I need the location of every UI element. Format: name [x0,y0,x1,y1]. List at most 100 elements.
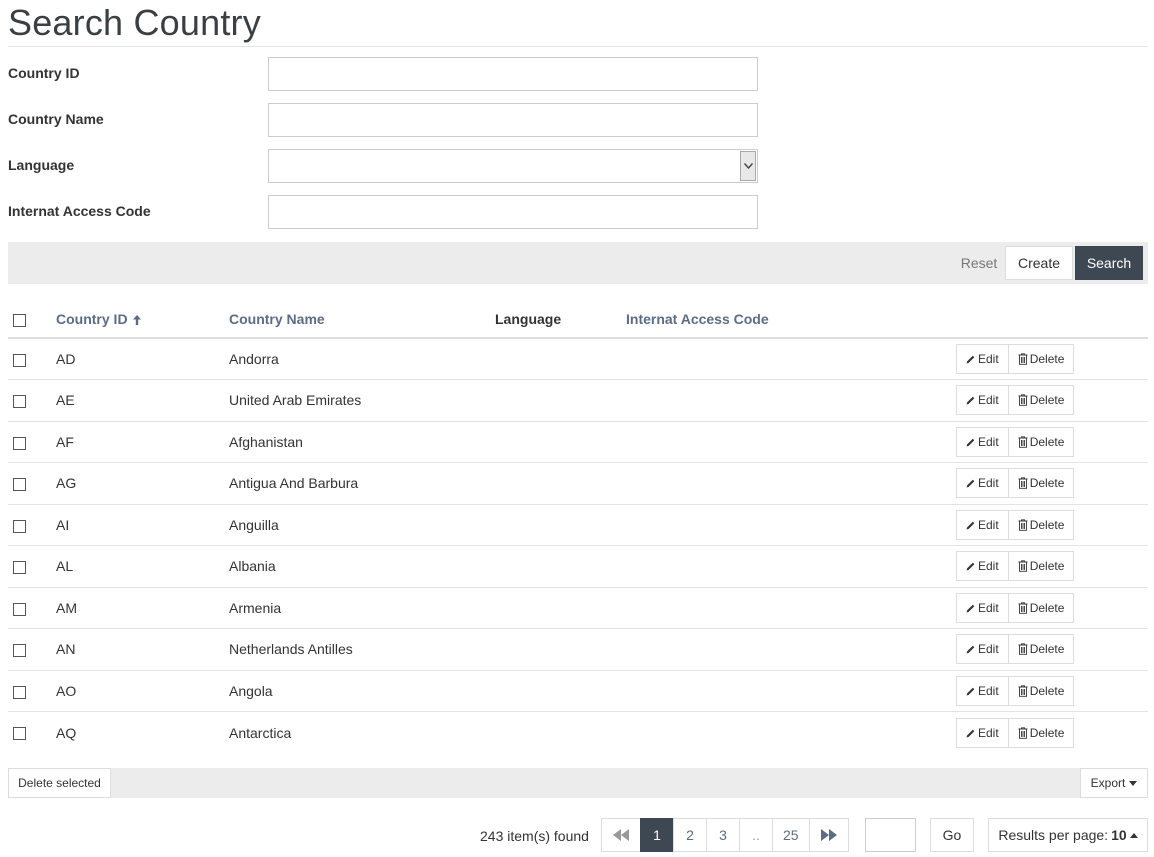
row-checkbox[interactable] [13,602,26,616]
language-select[interactable] [268,149,758,183]
results-per-page-dropdown[interactable]: Results per page: 10 [988,818,1148,852]
pencil-icon [966,603,976,613]
edit-button[interactable]: Edit [956,717,1009,748]
row-checkbox[interactable] [13,353,26,367]
edit-button[interactable]: Edit [956,344,1009,374]
delete-button[interactable]: Delete [1008,592,1075,623]
export-label: Export [1090,776,1126,790]
table-row: AE United Arab Emirates Edit Delete [8,379,1148,422]
delete-button[interactable]: Delete [1008,426,1075,457]
double-chevron-right-icon [820,829,837,841]
page-button[interactable]: 3 [706,818,740,852]
delete-button[interactable]: Delete [1008,634,1075,665]
pencil-icon [966,395,976,405]
delete-button[interactable]: Delete [1008,675,1075,706]
title-divider [8,46,1148,47]
row-checkbox[interactable] [13,395,26,409]
cell-language [495,712,626,754]
bulk-actions-bar: Delete selected Export [8,768,1148,798]
cell-country-id: AQ [56,724,77,741]
delete-button[interactable]: Delete [1008,509,1075,540]
form-row-country-id: Country ID [8,57,758,91]
go-button[interactable]: Go [930,818,974,852]
delete-label: Delete [1029,559,1065,574]
row-checkbox[interactable] [13,519,26,533]
cell-country-id: AN [56,641,76,658]
delete-button[interactable]: Delete [1008,551,1075,582]
select-all-checkbox[interactable] [13,313,26,327]
last-page-button[interactable] [808,818,849,852]
page-title: Search Country [8,2,261,43]
row-checkbox[interactable] [13,685,26,699]
delete-button[interactable]: Delete [1008,344,1075,374]
cell-access-code [626,546,956,588]
edit-label: Edit [978,393,999,408]
delete-label: Delete [1029,642,1065,657]
edit-button[interactable]: Edit [956,551,1009,582]
cell-country-name: Netherlands Antilles [229,641,353,658]
edit-button[interactable]: Edit [956,426,1009,457]
row-checkbox[interactable] [13,644,26,658]
row-checkbox[interactable] [13,436,26,450]
chevron-down-icon[interactable] [740,151,756,181]
table-row: AD Andorra Edit Delete [8,338,1148,380]
edit-button[interactable]: Edit [956,634,1009,665]
row-checkbox[interactable] [13,561,26,575]
trash-icon [1018,560,1028,572]
goto-page-input[interactable] [865,818,916,852]
cell-actions: Edit Delete [956,421,1148,463]
create-button[interactable]: Create [1005,246,1073,280]
pencil-icon [966,478,976,488]
edit-button[interactable]: Edit [956,675,1009,706]
delete-selected-button[interactable]: Delete selected [8,768,111,798]
pencil-icon [966,644,976,654]
table-row: AQ Antarctica Edit Delete [8,711,1148,754]
delete-button[interactable]: Delete [1008,468,1075,499]
delete-button[interactable]: Delete [1008,717,1075,748]
edit-button[interactable]: Edit [956,509,1009,540]
page-button[interactable]: 2 [673,818,707,852]
trash-icon [1018,643,1028,655]
column-actions [956,301,1148,338]
table-header-row: Country ID Country Name Language Interna… [8,301,1148,338]
column-language: Language [495,311,562,327]
cell-country-name: Armenia [229,599,282,616]
edit-label: Edit [978,434,999,449]
edit-button[interactable]: Edit [956,468,1009,499]
cell-actions: Edit Delete [956,504,1148,546]
cell-actions: Edit Delete [956,587,1148,629]
access-code-label: Internat Access Code [8,203,151,219]
cell-language [495,587,626,629]
edit-button[interactable]: Edit [956,385,1009,416]
cell-actions: Edit Delete [956,380,1148,422]
page-button[interactable]: 25 [772,818,810,852]
row-checkbox[interactable] [13,478,26,492]
cell-access-code [626,380,956,422]
page-button[interactable]: 1 [640,818,674,852]
country-name-input[interactable] [268,103,758,137]
cell-access-code [626,670,956,712]
cell-language [495,546,626,588]
cell-country-id: AI [56,516,70,533]
delete-button[interactable]: Delete [1008,385,1075,416]
cell-access-code [626,587,956,629]
edit-button[interactable]: Edit [956,592,1009,623]
country-id-input[interactable] [268,57,758,91]
reset-button[interactable]: Reset [945,246,1013,280]
column-country-name[interactable]: Country Name [229,301,495,338]
country-table: Country ID Country Name Language Interna… [8,301,1148,753]
row-checkbox[interactable] [13,727,26,741]
export-button[interactable]: Export [1080,768,1148,798]
cell-country-id: AM [56,599,77,616]
access-code-input[interactable] [268,195,758,229]
cell-country-name: United Arab Emirates [229,392,362,409]
cell-access-code [626,463,956,505]
column-country-id[interactable]: Country ID [56,301,229,338]
form-row-language: Language [8,149,758,183]
column-access-code[interactable]: Internat Access Code [626,301,956,338]
cell-language [495,421,626,463]
search-button[interactable]: Search [1075,246,1143,280]
table-row: AG Antigua And Barbura Edit Delete [8,462,1148,505]
delete-label: Delete [1029,517,1065,532]
first-page-button[interactable] [601,818,641,852]
